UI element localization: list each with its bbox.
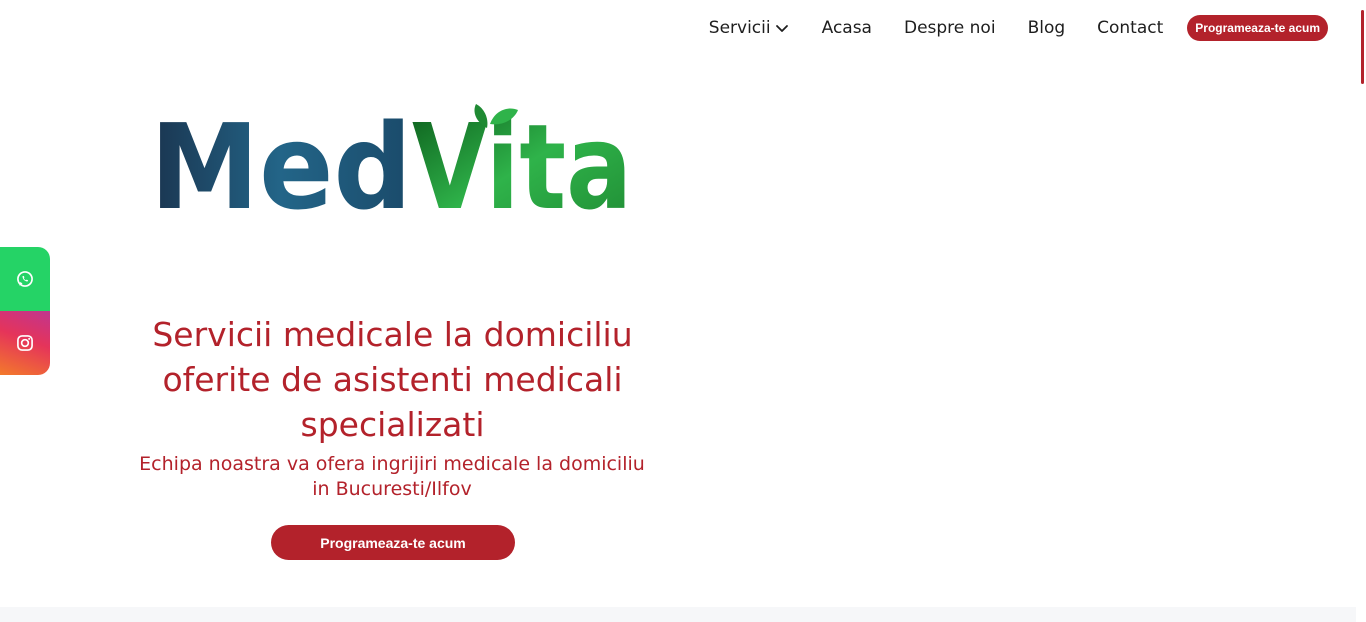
hero-title-line: Servicii medicale la domiciliu: [152, 315, 633, 354]
hero-book-appointment-button[interactable]: Programeaza-te acum: [271, 525, 515, 560]
whatsapp-button[interactable]: [0, 247, 50, 311]
section-divider: [0, 607, 1356, 622]
nav-book-appointment-button[interactable]: Programeaza-te acum: [1187, 15, 1328, 41]
instagram-button[interactable]: [0, 311, 50, 375]
main-nav: Servicii Acasa Despre noi Blog Contact P…: [709, 14, 1328, 42]
chevron-down-icon: [775, 25, 788, 32]
hero-subtitle-line: Echipa noastra va ofera ingrijiri medica…: [139, 453, 645, 475]
nav-item-label: Servicii: [708, 18, 771, 38]
hero-title: Servicii medicale la domiciliu oferite d…: [120, 312, 665, 447]
hero-subtitle: Echipa noastra va ofera ingrijiri medica…: [112, 452, 672, 502]
whatsapp-icon: [17, 271, 33, 287]
hero-subtitle-line: in Bucuresti/Ilfov: [312, 478, 472, 500]
social-sidebar: [0, 247, 50, 375]
medvita-logo: Med Vita: [150, 104, 632, 219]
instagram-icon: [17, 335, 33, 351]
nav-item-acasa[interactable]: Acasa: [822, 18, 872, 38]
nav-item-blog[interactable]: Blog: [1028, 18, 1066, 38]
logo-text-vita: Vita: [412, 104, 632, 219]
hero-title-line: specializati: [300, 405, 485, 444]
scroll-indicator[interactable]: [1361, 10, 1364, 84]
nav-item-contact[interactable]: Contact: [1097, 18, 1163, 38]
nav-item-despre-noi[interactable]: Despre noi: [904, 18, 996, 38]
logo-text-med: Med: [150, 104, 412, 219]
hero-title-line: oferite de asistenti medicali: [162, 360, 623, 399]
nav-item-servicii[interactable]: Servicii: [709, 18, 790, 38]
